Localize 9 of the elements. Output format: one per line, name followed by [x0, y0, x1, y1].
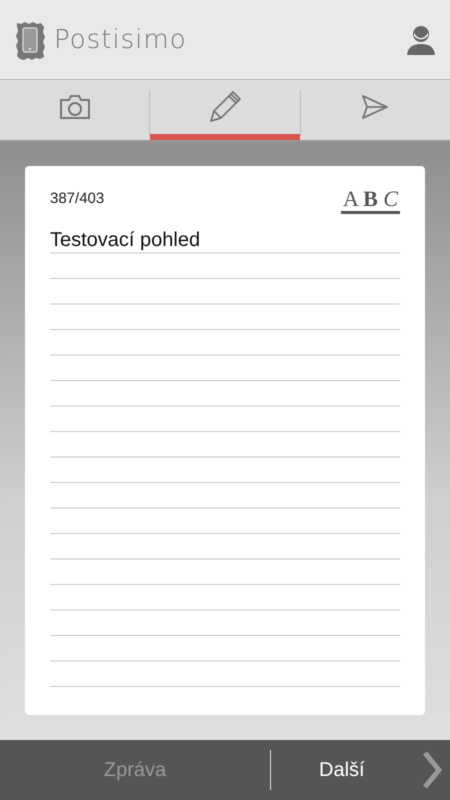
camera-icon	[58, 94, 91, 120]
character-counter: 387/403	[50, 190, 104, 207]
app-name: Postisimo	[54, 24, 187, 54]
user-icon[interactable]	[406, 24, 436, 54]
font-style-button[interactable]: A B C	[340, 188, 400, 214]
message-text[interactable]: Testovací pohled	[50, 228, 200, 254]
send-icon	[361, 94, 390, 120]
next-button[interactable]: Další	[309, 752, 375, 788]
chevron-right-icon[interactable]	[422, 751, 442, 789]
